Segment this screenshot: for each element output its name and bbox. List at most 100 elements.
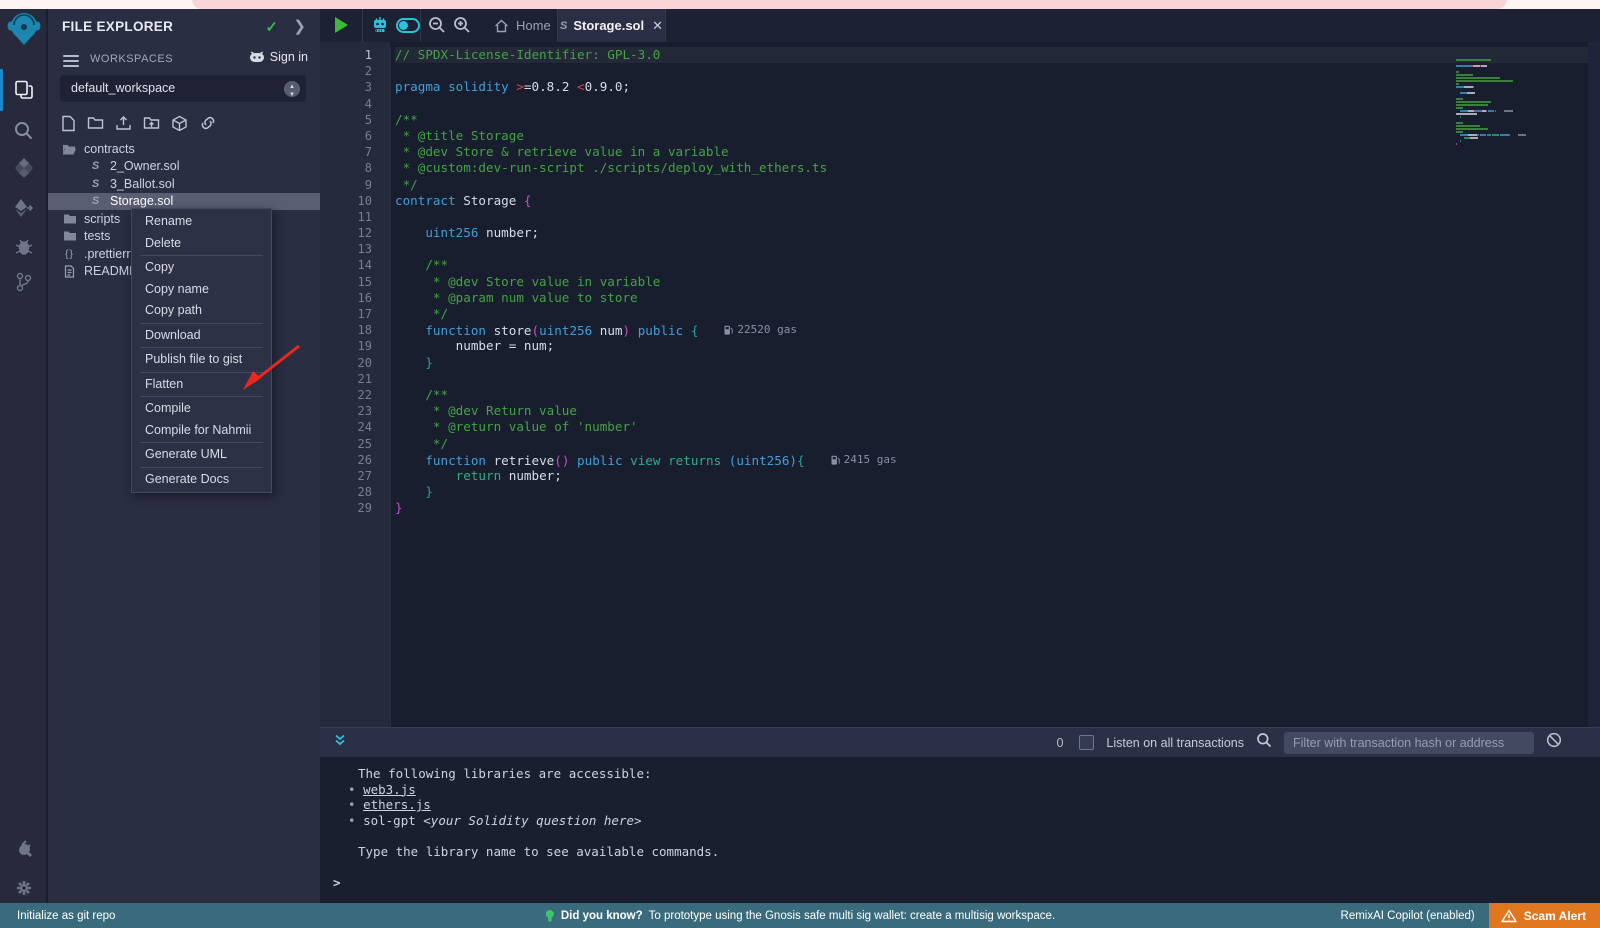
load-from-url-icon[interactable]: [199, 115, 217, 137]
terminal-search-icon[interactable]: [1256, 732, 1272, 753]
workspaces-row: WORKSPACES Sign in: [48, 49, 320, 71]
code-line-7: * @dev Store & retrieve value in a varia…: [395, 144, 1588, 160]
settings-gear-icon[interactable]: [0, 871, 47, 905]
menu-divider: [140, 255, 263, 256]
terminal-controls: 0 Listen on all transactions: [1056, 732, 1600, 754]
copilot-toggle[interactable]: [396, 18, 420, 33]
line-number: 18: [320, 322, 390, 338]
line-number: 23: [320, 403, 390, 419]
git-init-button[interactable]: Initialize as git repo: [17, 910, 115, 922]
annotation-arrow: [233, 338, 308, 398]
activity-rail: [0, 9, 47, 903]
minimap[interactable]: [1456, 48, 1568, 135]
line-number: 6: [320, 128, 390, 144]
file-explorer-icon[interactable]: [0, 73, 47, 107]
code-editor[interactable]: 1234567891011121314151617181920212223242…: [320, 42, 1600, 727]
editor-right-strip: [1588, 42, 1600, 727]
transaction-count: 0: [1056, 736, 1063, 750]
lightbulb-icon: [545, 909, 555, 923]
tree-item-label: .prettierrc: [84, 247, 137, 261]
gas-estimate: 2415 gas: [831, 452, 897, 468]
tip-bold: Did you know?: [561, 910, 643, 922]
plugin-manager-icon[interactable]: [0, 831, 47, 865]
tree-item-label: 2_Owner.sol: [110, 159, 179, 173]
sol-icon: S: [88, 195, 103, 207]
menu-item-compile[interactable]: Compile: [132, 398, 271, 420]
braces-icon: {}: [62, 248, 77, 260]
zoom-out-icon[interactable]: [428, 16, 446, 39]
transaction-filter-input[interactable]: [1284, 732, 1534, 754]
folder-icon: [62, 213, 77, 225]
code-line-4: [395, 96, 1588, 112]
zoom-in-icon[interactable]: [453, 16, 471, 39]
browser-top-strip: [0, 0, 1600, 9]
line-number: 22: [320, 387, 390, 403]
line-number: 16: [320, 290, 390, 306]
tree-item-label: scripts: [84, 212, 120, 226]
code-line-8: * @custom:dev-run-script ./scripts/deplo…: [395, 160, 1588, 176]
separator: [362, 9, 363, 42]
sign-in-button[interactable]: Sign in: [249, 50, 308, 64]
run-script-button[interactable]: [333, 16, 349, 39]
toggle-knob: [399, 21, 408, 30]
code-line-9: */: [395, 177, 1588, 193]
terminal-collapse-icon[interactable]: [333, 733, 347, 752]
scam-alert-button[interactable]: Scam Alert: [1489, 903, 1600, 928]
code-line-5: /**: [395, 112, 1588, 128]
copilot-status[interactable]: RemixAI Copilot (enabled): [1341, 910, 1475, 922]
line-number: 11: [320, 209, 390, 225]
panel-title: FILE EXPLORER: [62, 19, 173, 34]
line-number: 3: [320, 79, 390, 95]
library-link-ethers-js[interactable]: ethers.js: [363, 797, 431, 812]
menu-item-rename[interactable]: Rename: [132, 211, 271, 233]
sign-in-label: Sign in: [270, 50, 308, 64]
terminal-prompt[interactable]: >: [333, 875, 341, 890]
tip-text: To prototype using the Gnosis safe multi…: [649, 910, 1056, 922]
workspace-selected-value: default_workspace: [71, 81, 175, 95]
menu-item-copy-name[interactable]: Copy name: [132, 279, 271, 301]
menu-item-compile-for-nahmii[interactable]: Compile for Nahmii: [132, 420, 271, 442]
deploy-run-icon[interactable]: [0, 191, 47, 225]
tree-item-2-owner-sol[interactable]: S2_Owner.sol: [48, 158, 320, 176]
listen-checkbox[interactable]: [1079, 735, 1094, 750]
line-number: 9: [320, 177, 390, 193]
workspaces-menu-icon[interactable]: [63, 52, 79, 70]
menu-item-delete[interactable]: Delete: [132, 233, 271, 255]
menu-item-copy[interactable]: Copy: [132, 257, 271, 279]
warning-icon: [1501, 909, 1517, 923]
workspace-select[interactable]: default_workspace ▲▼: [60, 75, 306, 102]
code-line-26: function retrieve() public view returns …: [395, 452, 1588, 468]
chevron-right-icon[interactable]: ❯: [293, 17, 306, 35]
solidity-compiler-icon[interactable]: [0, 151, 47, 185]
line-number: 29: [320, 500, 390, 516]
load-from-ipfs-icon[interactable]: [171, 115, 188, 137]
menu-item-generate-docs[interactable]: Generate Docs: [132, 469, 271, 491]
tab-close-icon[interactable]: ✕: [652, 18, 663, 34]
code-line-19: number = num;: [395, 338, 1588, 354]
upload-file-icon[interactable]: [115, 115, 132, 137]
code-line-21: [395, 371, 1588, 387]
tab-storage-sol[interactable]: S Storage.sol ✕: [557, 9, 666, 42]
tree-item-label: contracts: [84, 142, 135, 156]
library-link-web3-js[interactable]: web3.js: [363, 782, 416, 797]
home-icon: [494, 19, 509, 33]
git-icon[interactable]: [0, 265, 47, 299]
clear-console-icon[interactable]: [1546, 732, 1562, 753]
remix-ai-robot-icon[interactable]: [370, 15, 390, 40]
tree-item-contracts[interactable]: contracts: [48, 140, 320, 158]
terminal[interactable]: The following libraries are accessible:•…: [320, 757, 1600, 912]
code-line-14: /**: [395, 257, 1588, 273]
remix-logo-icon[interactable]: [0, 12, 47, 46]
new-folder-icon[interactable]: [87, 115, 104, 137]
line-number: 25: [320, 436, 390, 452]
search-icon[interactable]: [0, 113, 47, 147]
tab-home[interactable]: Home: [480, 9, 565, 42]
solidity-file-icon: S: [560, 20, 567, 32]
debugger-icon[interactable]: [0, 229, 47, 263]
menu-item-generate-uml[interactable]: Generate UML: [132, 444, 271, 466]
upload-folder-icon[interactable]: [143, 115, 160, 137]
main-area: Home S Storage.sol ✕ 1234567891011121314…: [320, 9, 1600, 903]
menu-item-copy-path[interactable]: Copy path: [132, 300, 271, 322]
tree-item-3-ballot-sol[interactable]: S3_Ballot.sol: [48, 175, 320, 193]
new-file-icon[interactable]: [61, 115, 76, 137]
